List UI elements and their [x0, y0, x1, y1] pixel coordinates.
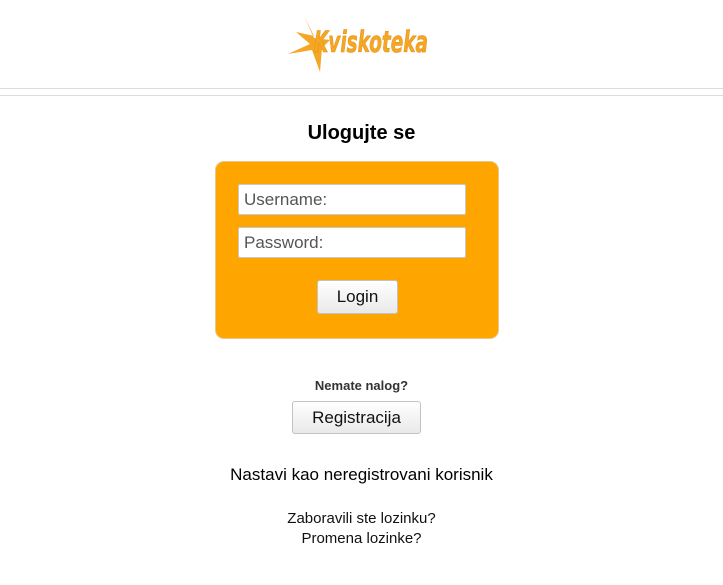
change-password-link[interactable]: Promena lozinke?	[0, 530, 723, 547]
forgot-password-link[interactable]: Zaboravili ste lozinku?	[0, 510, 723, 527]
password-input[interactable]	[238, 227, 466, 258]
register-button[interactable]: Registracija	[292, 401, 421, 434]
username-input[interactable]	[238, 184, 466, 215]
logo-text: Kviskoteka	[314, 25, 428, 59]
header: Kviskoteka	[0, 0, 723, 88]
header-divider	[0, 88, 723, 89]
login-page: Kviskoteka Ulogujte se Login Nemate nalo…	[0, 0, 723, 585]
logo-graphic: Kviskoteka	[288, 16, 428, 72]
no-account-prompt: Nemate nalog?	[314, 378, 409, 393]
login-title: Ulogujte se	[307, 122, 416, 144]
login-button[interactable]: Login	[317, 280, 398, 314]
header-divider-secondary	[0, 95, 723, 96]
login-form: Login	[215, 161, 499, 339]
continue-as-guest-link[interactable]: Nastavi kao neregistrovani korisnik	[0, 465, 723, 485]
kviskoteka-logo[interactable]: Kviskoteka	[284, 10, 434, 76]
